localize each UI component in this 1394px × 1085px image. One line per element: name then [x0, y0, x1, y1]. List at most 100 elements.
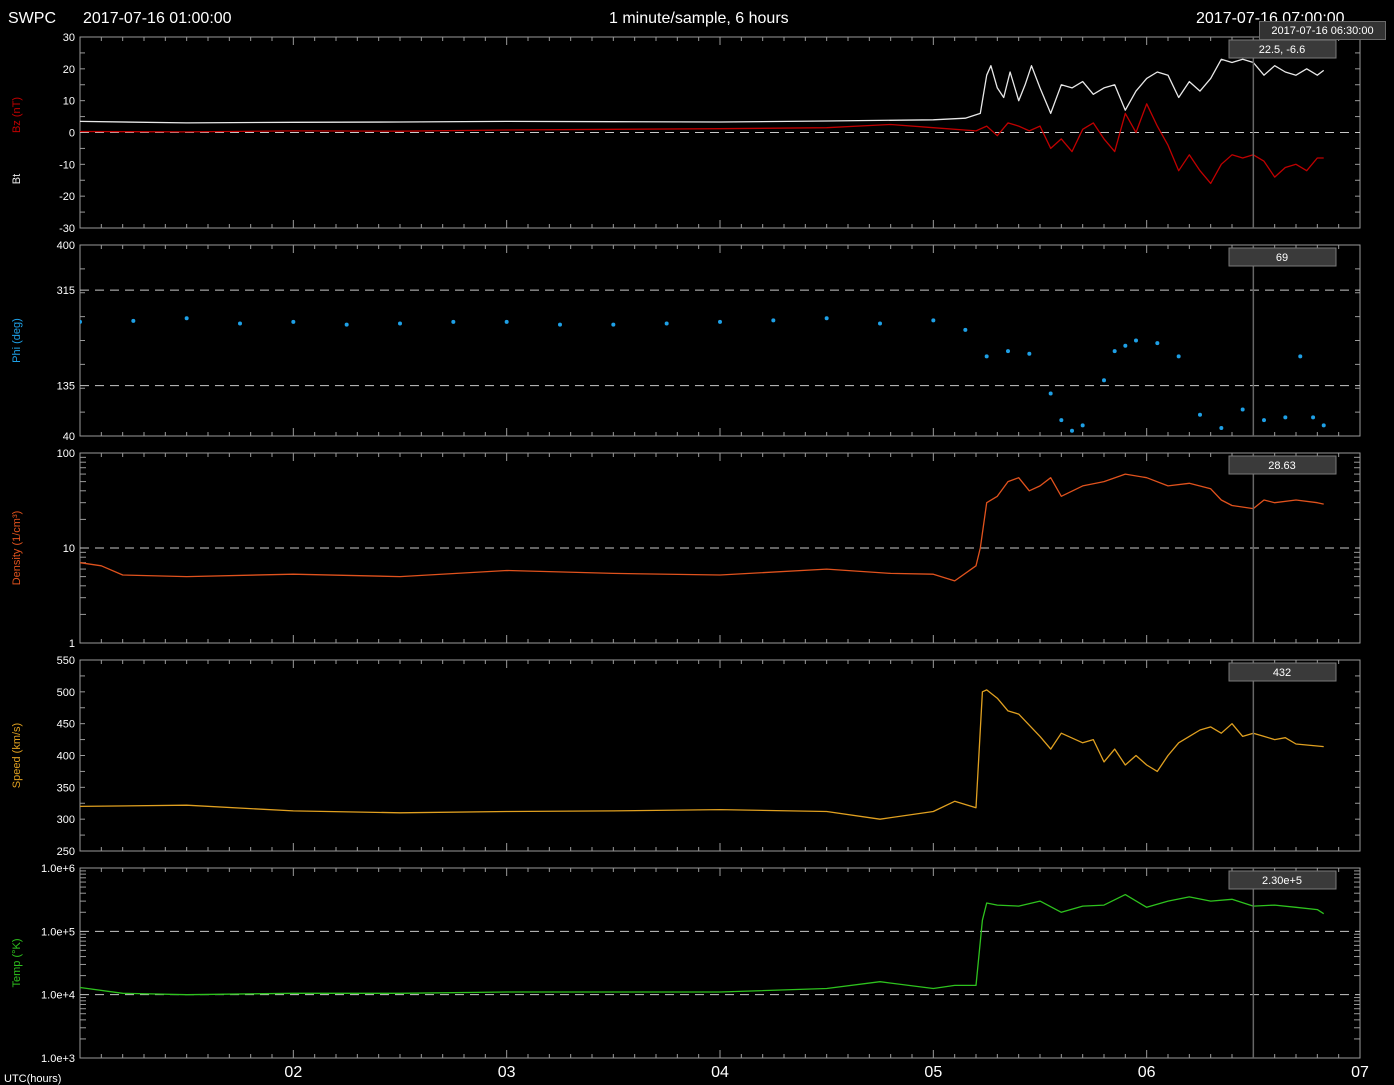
data-point-phi: [1102, 378, 1106, 383]
x-axis-title: UTC(hours): [4, 1073, 61, 1085]
data-point-phi: [824, 316, 829, 321]
data-point-phi: [1123, 343, 1128, 348]
data-point-phi: [291, 319, 296, 324]
y-tick-label: 1.0e+6: [41, 863, 75, 875]
panel-frame: [79, 867, 1361, 1059]
data-point-phi: [718, 319, 722, 324]
data-point-phi: [963, 327, 968, 332]
data-point-phi: [1198, 412, 1202, 417]
x-tick-label: 06: [1138, 1064, 1156, 1081]
data-point-phi: [1155, 341, 1160, 346]
y-tick-label: 135: [57, 381, 75, 393]
data-point-phi: [1262, 418, 1266, 423]
cursor-tooltip: 2017-07-16 06:30:00: [1259, 21, 1386, 40]
y-tick-label: -10: [59, 159, 75, 171]
y-tick-label: 400: [57, 751, 75, 763]
data-point-phi: [664, 321, 669, 326]
x-tick-label: 02: [284, 1064, 302, 1081]
y-axis-label: Speed (km/s): [11, 723, 23, 788]
data-point-phi: [1134, 338, 1138, 343]
value-readout: 2.30e+5: [1262, 875, 1302, 887]
data-point-phi: [1080, 423, 1085, 428]
panel-frame: [79, 244, 1361, 437]
data-point-phi: [931, 318, 936, 323]
panel-speed: 550 500 450 400 350 300 250 Speed (km/s) 432: [11, 655, 1361, 858]
panel-mag: 30 20 10 0 -10 -20 -30 Bz (nT) Bt 22.5, -6.6: [11, 32, 1361, 235]
x-tick-label: 07: [1351, 1064, 1369, 1081]
y-tick-label: -30: [59, 223, 75, 235]
chart-area[interactable]: 3020100-10-20-30Bz (nT)Bt22.5, -6.640031…: [0, 0, 1394, 1085]
series-line-temp: [80, 893, 1325, 996]
y-axis-label: Temp (°K): [11, 938, 23, 987]
y-tick-label: 350: [57, 782, 75, 794]
data-point-phi: [1006, 349, 1010, 354]
data-point-phi: [1070, 428, 1074, 433]
series-line-bz: [80, 103, 1324, 185]
data-point-phi: [184, 316, 189, 321]
y-tick-label: 30: [63, 32, 75, 44]
data-point-phi: [451, 319, 456, 324]
y-tick-label: 40: [63, 431, 75, 443]
y-tick-label: 100: [57, 448, 75, 460]
data-point-phi: [878, 321, 882, 326]
panel-density: 100 10 1 Density (1/cm³) 28.63: [11, 448, 1361, 650]
series-line-density: [80, 473, 1324, 582]
y-tick-label: 1: [69, 638, 75, 650]
data-point-phi: [771, 318, 776, 323]
y-axis-label-bt: Bt: [11, 174, 23, 184]
data-point-phi: [984, 354, 989, 359]
data-point-phi: [1219, 426, 1224, 431]
y-axis-label: Density (1/cm³): [11, 511, 23, 586]
y-tick-label: 450: [57, 719, 75, 731]
data-point-phi: [1027, 351, 1032, 356]
data-point-phi: [1321, 423, 1326, 428]
value-readout: 28.63: [1268, 460, 1296, 472]
data-point-phi: [238, 321, 242, 326]
y-tick-label: 1.0e+3: [41, 1053, 75, 1065]
panel-temp: 1.0e+6 1.0e+5 1.0e+4 1.0e+3 Temp (°K) 2.30e+5: [11, 863, 1361, 1065]
data-point-phi: [1112, 349, 1117, 354]
y-tick-label: 550: [57, 655, 75, 667]
y-axis-label-bz: Bz (nT): [11, 97, 23, 133]
y-tick-label: 0: [69, 128, 75, 140]
x-tick-label: 04: [711, 1064, 729, 1081]
y-axis-label: Phi (deg): [11, 318, 23, 363]
series-line-bt: [80, 58, 1325, 124]
series-group: [80, 58, 1325, 185]
data-point-phi: [131, 318, 136, 323]
data-point-phi: [1298, 354, 1303, 359]
series-group: [80, 893, 1325, 996]
data-point-phi: [1311, 415, 1316, 420]
data-point-phi: [1240, 407, 1245, 412]
data-point-phi: [558, 322, 562, 327]
data-point-phi: [611, 322, 616, 327]
y-tick-label: 500: [57, 687, 75, 699]
y-tick-label: 1.0e+5: [41, 926, 75, 938]
series-line-speed: [80, 689, 1324, 820]
y-tick-label: 315: [57, 285, 75, 297]
panel-phi: 400 315 135 40 Phi (deg) 69: [11, 240, 1361, 443]
y-tick-label: 250: [57, 846, 75, 858]
series-group: [80, 316, 1326, 433]
y-tick-label: -20: [59, 191, 75, 203]
y-tick-label: 20: [63, 64, 75, 76]
value-readout: 22.5, -6.6: [1259, 44, 1305, 56]
y-tick-label: 400: [57, 240, 75, 252]
data-point-phi: [504, 319, 509, 324]
y-tick-label: 1.0e+4: [41, 990, 75, 1002]
y-tick-label: 10: [63, 543, 75, 555]
data-point-phi: [1176, 354, 1181, 359]
x-tick-label: 03: [498, 1064, 516, 1081]
value-readout: 432: [1273, 667, 1291, 679]
y-tick-label: 300: [57, 814, 75, 826]
series-group: [80, 473, 1324, 582]
data-point-phi: [1283, 415, 1288, 420]
value-readout: 69: [1276, 252, 1288, 264]
data-point-phi: [1059, 418, 1064, 423]
swpc-solar-wind-dashboard: SWPC 2017-07-16 01:00:00 1 minute/sample…: [0, 0, 1394, 1085]
data-point-phi: [1048, 391, 1053, 396]
data-point-phi: [344, 322, 349, 327]
y-tick-label: 10: [63, 96, 75, 108]
series-group: [80, 689, 1324, 820]
data-point-phi: [398, 321, 402, 326]
